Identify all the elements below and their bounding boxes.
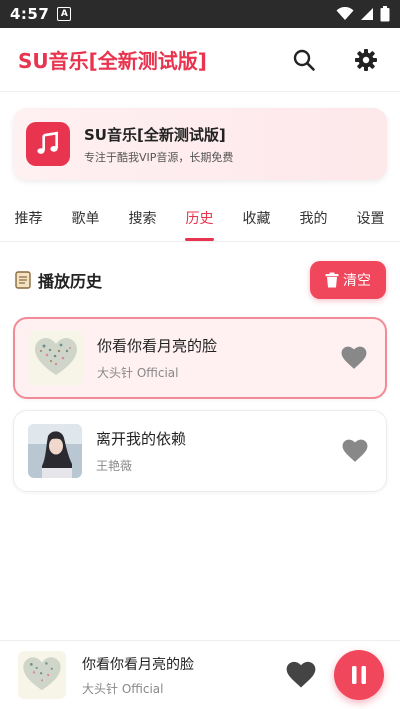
tab-search[interactable]: 搜索: [114, 198, 171, 241]
tab-settings[interactable]: 设置: [342, 198, 399, 241]
app-bar: SU音乐[全新测试版]: [0, 28, 400, 92]
tab-history[interactable]: 历史: [171, 198, 228, 241]
signal-icon: [361, 8, 373, 20]
banner-title: SU音乐[全新测试版]: [84, 125, 226, 144]
wifi-icon: [336, 7, 354, 20]
search-icon: [293, 49, 315, 71]
app-title: SU音乐[全新测试版]: [18, 49, 207, 73]
history-item[interactable]: 你看你看月亮的脸 大头针 Official: [13, 317, 387, 399]
clear-history-button[interactable]: 清空: [310, 261, 386, 299]
heart-icon[interactable]: [342, 439, 368, 463]
settings-button[interactable]: [350, 44, 382, 76]
song-artist: 大头针 Official: [97, 366, 179, 380]
history-item[interactable]: 离开我的依赖 王艳薇: [13, 410, 387, 492]
history-header: 播放历史 清空: [14, 260, 386, 300]
pause-icon: [352, 666, 366, 684]
tab-playlists[interactable]: 歌单: [57, 198, 114, 241]
song-artist: 王艳薇: [96, 459, 133, 473]
album-cover: [29, 331, 83, 385]
tab-mine[interactable]: 我的: [285, 198, 342, 241]
trash-icon: [325, 272, 339, 288]
status-bar: 4:57 A: [0, 0, 400, 28]
player-song-title: 你看你看月亮的脸: [82, 656, 194, 673]
status-time: 4:57: [10, 5, 50, 23]
banner-subtitle: 专注于酷我VIP音源，长期免费: [84, 150, 234, 164]
tab-recommend[interactable]: 推荐: [0, 198, 57, 241]
player-heart-icon[interactable]: [286, 661, 316, 689]
mini-player[interactable]: 你看你看月亮的脸 大头针 Official: [0, 640, 400, 709]
battery-icon: [380, 6, 390, 22]
scroll-icon: [15, 271, 31, 289]
player-song-artist: 大头针 Official: [82, 681, 164, 696]
section-title: 播放历史: [38, 272, 103, 291]
clear-label: 清空: [343, 273, 371, 289]
heart-icon[interactable]: [341, 346, 367, 370]
player-album-cover: [18, 651, 66, 699]
song-title: 离开我的依赖: [96, 430, 187, 448]
notification-a-icon: A: [57, 7, 72, 21]
pause-button[interactable]: [334, 650, 384, 700]
tab-bar: 推荐 歌单 搜索 历史 收藏 我的 设置: [0, 198, 400, 242]
gear-icon: [355, 48, 377, 71]
app-logo: [26, 122, 70, 166]
tab-favorites[interactable]: 收藏: [228, 198, 285, 241]
status-icons: [336, 6, 390, 22]
music-note-icon: [37, 131, 58, 154]
song-title: 你看你看月亮的脸: [97, 337, 218, 355]
album-cover: [28, 424, 82, 478]
search-button[interactable]: [288, 44, 320, 76]
app-banner: SU音乐[全新测试版] 专注于酷我VIP音源，长期免费: [13, 108, 387, 180]
